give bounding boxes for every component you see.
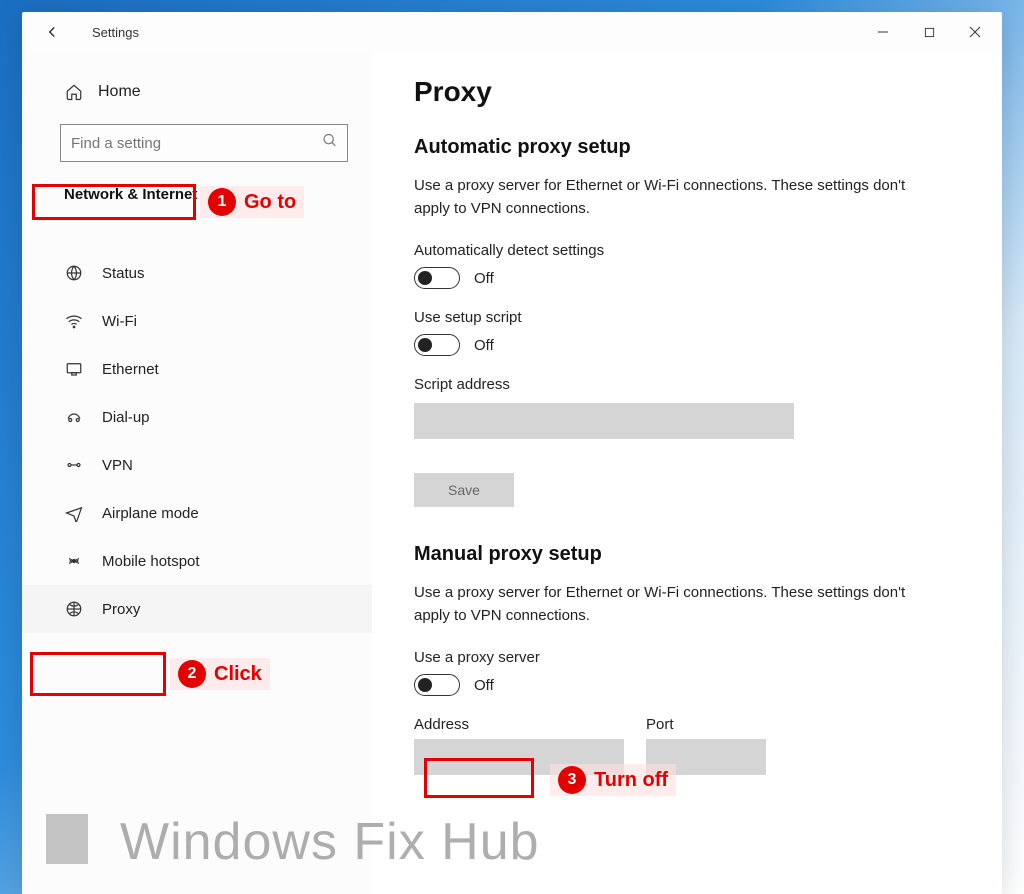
use-proxy-label: Use a proxy server <box>414 649 962 666</box>
main-panel: Proxy Automatic proxy setup Use a proxy … <box>372 52 1002 894</box>
sidebar-nav-list: Status Wi-Fi Ethernet <box>22 249 372 633</box>
sidebar: Home Network & Internet Status <box>22 52 372 894</box>
use-proxy-toggle[interactable] <box>414 674 460 696</box>
maximize-button[interactable] <box>906 16 952 48</box>
content-area: Home Network & Internet Status <box>22 52 1002 894</box>
auto-heading: Automatic proxy setup <box>414 136 962 159</box>
search-input[interactable] <box>60 124 348 162</box>
auto-detect-toggle[interactable] <box>414 267 460 289</box>
watermark-block <box>46 814 88 864</box>
auto-detect-state: Off <box>474 270 494 287</box>
back-button[interactable] <box>40 20 64 44</box>
port-label: Port <box>646 716 766 733</box>
save-button[interactable]: Save <box>414 473 514 507</box>
sidebar-item-wifi[interactable]: Wi-Fi <box>22 297 372 345</box>
script-address-input[interactable] <box>414 403 794 439</box>
sidebar-item-status[interactable]: Status <box>22 249 372 297</box>
sidebar-item-vpn[interactable]: VPN <box>22 441 372 489</box>
script-address-label: Script address <box>414 376 962 393</box>
manual-heading: Manual proxy setup <box>414 543 962 566</box>
sidebar-item-label: VPN <box>102 457 133 474</box>
sidebar-item-label: Proxy <box>102 601 140 618</box>
sidebar-home-label: Home <box>98 83 141 101</box>
use-proxy-state: Off <box>474 677 494 694</box>
titlebar: Settings <box>22 12 1002 52</box>
app-title: Settings <box>92 25 139 40</box>
proxy-icon <box>64 599 84 619</box>
auto-desc: Use a proxy server for Ethernet or Wi-Fi… <box>414 175 944 220</box>
setup-script-label: Use setup script <box>414 309 962 326</box>
sidebar-item-label: Mobile hotspot <box>102 553 200 570</box>
sidebar-section-header: Network & Internet <box>22 176 372 213</box>
sidebar-item-proxy[interactable]: Proxy <box>22 585 372 633</box>
sidebar-item-label: Dial-up <box>102 409 150 426</box>
close-button[interactable] <box>952 16 998 48</box>
vpn-icon <box>64 455 84 475</box>
status-icon <box>64 263 84 283</box>
home-icon <box>64 82 84 102</box>
wifi-icon <box>64 311 84 331</box>
ethernet-icon <box>64 359 84 379</box>
sidebar-home[interactable]: Home <box>22 72 372 120</box>
sidebar-item-ethernet[interactable]: Ethernet <box>22 345 372 393</box>
sidebar-item-label: Wi-Fi <box>102 313 137 330</box>
manual-desc: Use a proxy server for Ethernet or Wi-Fi… <box>414 582 944 627</box>
dialup-icon <box>64 407 84 427</box>
setup-script-state: Off <box>474 337 494 354</box>
port-input[interactable] <box>646 739 766 775</box>
minimize-button[interactable] <box>860 16 906 48</box>
hotspot-icon <box>64 551 84 571</box>
sidebar-item-label: Status <box>102 265 145 282</box>
sidebar-item-label: Ethernet <box>102 361 159 378</box>
sidebar-item-dialup[interactable]: Dial-up <box>22 393 372 441</box>
page-title: Proxy <box>414 76 962 108</box>
address-label: Address <box>414 716 624 733</box>
airplane-icon <box>64 503 84 523</box>
sidebar-item-hotspot[interactable]: Mobile hotspot <box>22 537 372 585</box>
address-input[interactable] <box>414 739 624 775</box>
sidebar-item-label: Airplane mode <box>102 505 199 522</box>
setup-script-toggle[interactable] <box>414 334 460 356</box>
sidebar-item-airplane[interactable]: Airplane mode <box>22 489 372 537</box>
auto-detect-label: Automatically detect settings <box>414 242 962 259</box>
settings-window: Settings Home <box>22 12 1002 894</box>
